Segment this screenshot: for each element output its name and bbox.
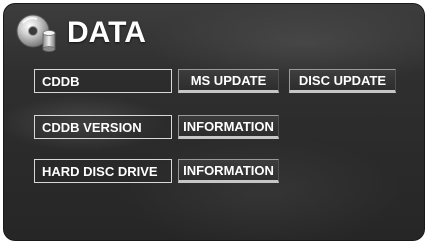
disc-update-button[interactable]: DISC UPDATE bbox=[289, 69, 396, 93]
cddb-label: CDDB bbox=[34, 69, 172, 93]
cddb-version-information-button[interactable]: INFORMATION bbox=[178, 115, 279, 139]
ms-update-button[interactable]: MS UPDATE bbox=[178, 69, 279, 93]
data-screen: DATA CDDB MS UPDATE DISC UPDATE CDDB VER… bbox=[3, 3, 425, 241]
page-title: DATA bbox=[67, 16, 146, 49]
hard-disc-drive-label: HARD DISC DRIVE bbox=[34, 159, 172, 183]
disc-database-icon bbox=[15, 13, 69, 53]
cddb-version-label: CDDB VERSION bbox=[34, 115, 172, 139]
screen-header: DATA bbox=[15, 13, 146, 53]
hard-disc-drive-information-button[interactable]: INFORMATION bbox=[178, 159, 279, 183]
